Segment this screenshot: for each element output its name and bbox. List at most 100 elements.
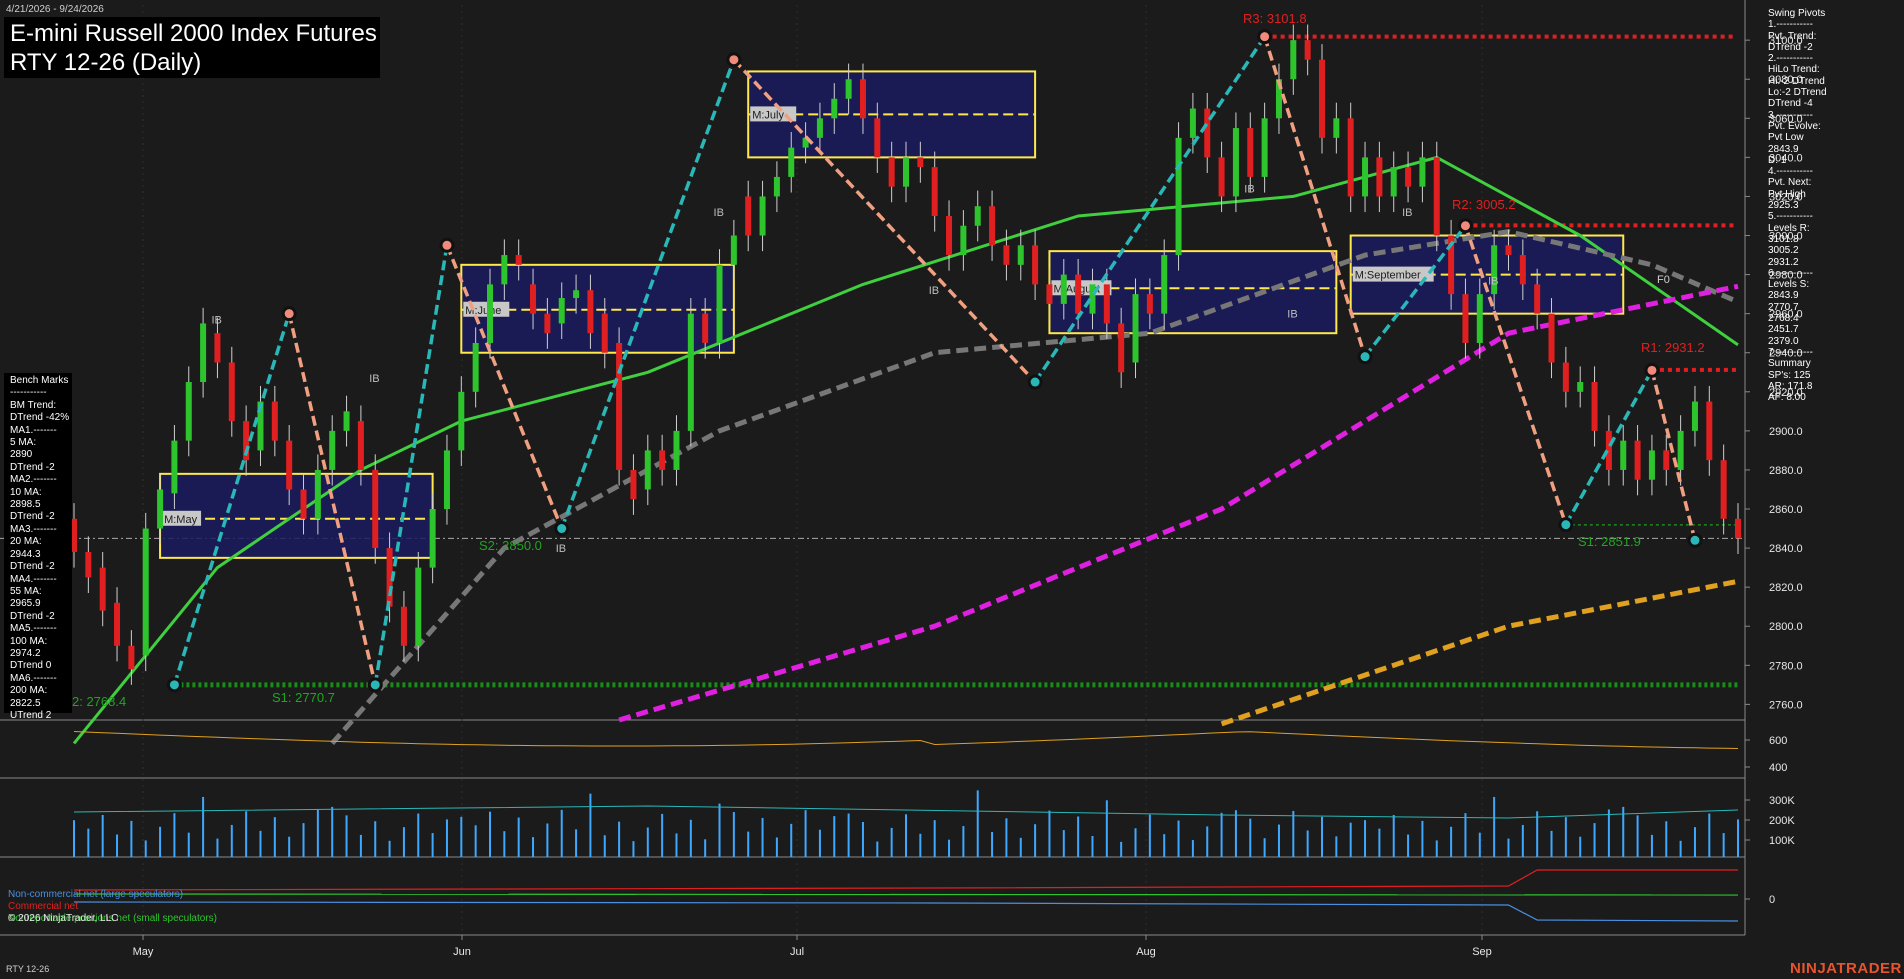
candle-body	[1519, 255, 1526, 285]
footer-symbol: RTY 12-26	[6, 964, 50, 974]
candle-body	[558, 298, 565, 324]
candle-body	[1534, 284, 1541, 314]
time-tick-label: Jul	[790, 946, 804, 958]
candle-body	[1175, 137, 1182, 256]
price-tick-label: 2900.0	[1769, 426, 1803, 438]
candle-body	[1648, 450, 1655, 480]
candle-body	[673, 430, 680, 470]
candle-body	[1476, 294, 1483, 343]
candle-body	[185, 382, 192, 441]
candle-body	[1634, 440, 1641, 480]
candle-body	[702, 313, 709, 343]
price-tick-label: 2880.0	[1769, 465, 1803, 477]
pivot-point	[1644, 362, 1660, 378]
benchmark-line: MA3.-------	[10, 523, 57, 535]
benchmark-line: 200 MA:	[10, 685, 48, 697]
swing-pivot-line: Hi:-2 DTrend	[1768, 75, 1825, 87]
swing-pivot-line: Pvt High	[1768, 188, 1806, 200]
pivot-point	[1687, 532, 1703, 548]
candle-body	[85, 551, 92, 578]
swing-pivot-line: Levels S:	[1768, 279, 1810, 291]
candle-body	[630, 469, 637, 500]
candle-body	[1433, 157, 1440, 236]
candle-body	[659, 450, 666, 470]
date-range: 4/21/2026 - 9/24/2026	[6, 4, 104, 15]
candle-body	[228, 362, 235, 422]
benchmark-line: 2822.5	[10, 697, 41, 709]
candle-body	[200, 323, 207, 383]
price-chart[interactable]: M:MayM:JuneM:JulyM:AugustM:September IBI…	[0, 0, 1904, 979]
swing-pivot-line: 2379.0	[1768, 335, 1799, 347]
ib-marker: IB	[714, 207, 724, 219]
candle-body	[157, 489, 164, 529]
swing-pivot-line: 2.-----------	[1768, 53, 1813, 65]
panel-tick-label: 200K	[1769, 815, 1795, 827]
candle-body	[1333, 118, 1340, 138]
pivot-point	[166, 677, 182, 693]
swing-pivot-line: Pvt Low	[1768, 132, 1804, 144]
pivot-point	[439, 237, 455, 253]
brand-logo: NINJATRADER	[1790, 960, 1902, 977]
panel-tick-label: 400	[1769, 762, 1787, 774]
candle-body	[601, 313, 608, 353]
candle-body	[845, 79, 852, 99]
benchmark-line: -----------	[10, 387, 47, 399]
legend-noncommercial: Non-commercial net (large speculators)	[8, 889, 184, 900]
benchmark-line: MA2.-------	[10, 474, 57, 486]
swing-pivot-line: Pvt. Evolve:	[1768, 120, 1821, 132]
legend-commercial: Commercial net	[8, 901, 79, 912]
price-tick-label: 2840.0	[1769, 543, 1803, 555]
pivot-point	[726, 52, 742, 68]
pivot-point	[1457, 218, 1473, 234]
swing-pivot-line: 2843.9	[1768, 143, 1799, 155]
swing-pivots-panel: Swing Pivots 1.----------- Pvt. Trend: DTre…	[1768, 8, 1848, 403]
candle-body	[429, 509, 436, 568]
ib-marker: IB	[369, 373, 379, 385]
time-tick-label: Aug	[1136, 946, 1156, 958]
candle-body	[1347, 118, 1354, 197]
benchmark-line: DTrend -2	[10, 511, 55, 523]
candle-body	[960, 225, 967, 256]
r1-label: R1: 2931.2	[1641, 340, 1705, 355]
candle-body	[128, 645, 135, 670]
swing-pivot-line: 2931.2	[1768, 256, 1799, 268]
benchmark-line: 55 MA:	[10, 585, 42, 597]
swing-pivot-line: AR: 171.8	[1768, 380, 1813, 392]
swing-pivot-line: 2925.3	[1768, 200, 1799, 212]
swing-pivot-line: 2770.7	[1768, 301, 1799, 313]
candle-body	[1075, 274, 1082, 314]
candle-body	[515, 255, 522, 265]
benchmark-line: DTrend -2	[10, 561, 55, 573]
price-tick-label: 2780.0	[1769, 660, 1803, 672]
candle-body	[300, 489, 307, 519]
benchmark-line: 2944.3	[10, 548, 41, 560]
price-tick-label: 2860.0	[1769, 504, 1803, 516]
candle-body	[1663, 450, 1670, 470]
candle-body	[458, 391, 465, 451]
benchmark-line: 10 MA:	[10, 486, 42, 498]
swing-pivot-line: DTrend -4	[1768, 98, 1813, 110]
pivot-point	[554, 521, 570, 537]
candle-body	[989, 206, 996, 246]
candle-body	[1419, 157, 1426, 187]
candle-body	[1390, 167, 1397, 197]
benchmark-line: DTrend -42%	[10, 412, 70, 424]
candle-body	[903, 157, 909, 187]
swing-pivot-line: 2451.7	[1768, 324, 1799, 336]
candle-body	[1505, 245, 1512, 256]
candle-body	[859, 79, 866, 119]
pivot-point	[1357, 349, 1373, 365]
swing-pivot-line: SP's: 125	[1768, 369, 1811, 381]
candle-body	[1017, 245, 1024, 265]
benchmark-line: DTrend -2	[10, 610, 55, 622]
pivot-point	[281, 306, 297, 322]
s2-label: S2: 2850.0	[479, 538, 542, 553]
pivot-point	[367, 677, 383, 693]
benchmark-line: 2898.5	[10, 499, 41, 511]
r3-label: R3: 3101.8	[1243, 11, 1307, 26]
benchmark-line: 2890	[10, 449, 33, 461]
f0-marker: F0	[1657, 274, 1670, 286]
copyright: © 2026 NinjaTrader, LLC	[8, 913, 119, 924]
benchmarks-panel: Bench Marks ----------- BM Trend: DTrend -…	[4, 373, 72, 721]
candle-body	[443, 450, 450, 510]
